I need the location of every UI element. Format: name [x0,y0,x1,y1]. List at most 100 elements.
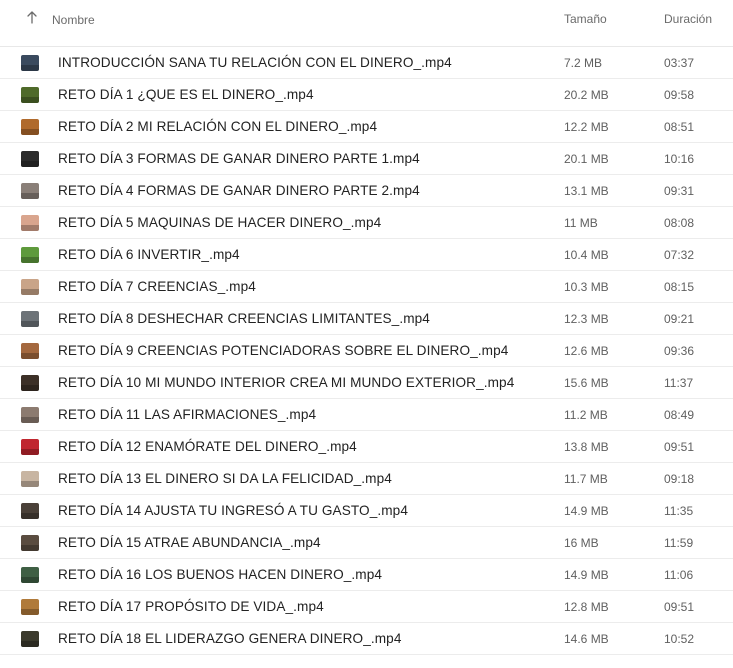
file-row[interactable]: RETO DÍA 11 LAS AFIRMACIONES_.mp4 11.2 MB… [0,399,733,431]
file-duration: 10:52 [664,632,695,646]
file-size: 12.2 MB [564,120,609,134]
file-name[interactable]: RETO DÍA 8 DESHECHAR CREENCIAS LIMITANTE… [58,311,430,326]
file-duration: 09:58 [664,88,695,102]
file-row[interactable]: RETO DÍA 18 EL LIDERAZGO GENERA DINERO_.… [0,623,733,655]
file-row[interactable]: INTRODUCCIÓN SANA TU RELACIÓN CON EL DIN… [0,47,733,79]
video-thumbnail-icon [21,375,39,391]
file-duration: 09:31 [664,184,695,198]
file-duration: 07:32 [664,248,695,262]
file-rows: INTRODUCCIÓN SANA TU RELACIÓN CON EL DIN… [0,47,733,655]
file-duration: 03:37 [664,56,695,70]
file-name[interactable]: RETO DÍA 9 CREENCIAS POTENCIADORAS SOBRE… [58,343,508,358]
file-row[interactable]: RETO DÍA 10 MI MUNDO INTERIOR CREA MI MU… [0,367,733,399]
video-thumbnail-icon [21,87,39,103]
file-row[interactable]: RETO DÍA 12 ENAMÓRATE DEL DINERO_.mp4 13.… [0,431,733,463]
file-name[interactable]: RETO DÍA 1 ¿QUE ES EL DINERO_.mp4 [58,87,314,102]
file-duration: 09:51 [664,600,695,614]
file-name[interactable]: RETO DÍA 11 LAS AFIRMACIONES_.mp4 [58,407,316,422]
file-size: 10.4 MB [564,248,609,262]
arrow-up-icon[interactable] [26,10,38,26]
file-list: Nombre Tamaño Duración INTRODUCCIÓN SANA… [0,0,733,655]
file-row[interactable]: RETO DÍA 16 LOS BUENOS HACEN DINERO_.mp4… [0,559,733,591]
file-duration: 08:08 [664,216,695,230]
file-duration: 09:21 [664,312,695,326]
file-size: 20.1 MB [564,152,609,166]
column-header-duration[interactable]: Duración [664,12,712,26]
file-row[interactable]: RETO DÍA 5 MAQUINAS DE HACER DINERO_.mp4… [0,207,733,239]
file-row[interactable]: RETO DÍA 2 MI RELACIÓN CON EL DINERO_.mp… [0,111,733,143]
file-name[interactable]: RETO DÍA 16 LOS BUENOS HACEN DINERO_.mp4 [58,567,382,582]
file-size: 11 MB [564,216,598,230]
file-name[interactable]: RETO DÍA 13 EL DINERO SI DA LA FELICIDAD… [58,471,392,486]
file-size: 7.2 MB [564,56,603,70]
file-size: 14.9 MB [564,504,609,518]
file-row[interactable]: RETO DÍA 8 DESHECHAR CREENCIAS LIMITANTE… [0,303,733,335]
file-duration: 08:51 [664,120,695,134]
video-thumbnail-icon [21,55,39,71]
file-name[interactable]: RETO DÍA 2 MI RELACIÓN CON EL DINERO_.mp… [58,119,377,134]
file-name[interactable]: RETO DÍA 7 CREENCIAS_.mp4 [58,279,256,294]
file-name[interactable]: RETO DÍA 5 MAQUINAS DE HACER DINERO_.mp4 [58,215,381,230]
file-row[interactable]: RETO DÍA 17 PROPÓSITO DE VIDA_.mp4 12.8 M… [0,591,733,623]
file-name[interactable]: RETO DÍA 14 AJUSTA TU INGRESÓ A TU GASTO… [58,503,408,518]
video-thumbnail-icon [21,151,39,167]
file-name[interactable]: RETO DÍA 3 FORMAS DE GANAR DINERO PARTE … [58,151,420,166]
file-size: 16 MB [564,536,599,550]
file-duration: 10:16 [664,152,695,166]
file-duration: 09:18 [664,472,695,486]
file-row[interactable]: RETO DÍA 1 ¿QUE ES EL DINERO_.mp4 20.2 MB… [0,79,733,111]
file-name[interactable]: RETO DÍA 17 PROPÓSITO DE VIDA_.mp4 [58,599,324,614]
video-thumbnail-icon [21,567,39,583]
column-header-size[interactable]: Tamaño [564,12,607,26]
file-size: 12.6 MB [564,344,609,358]
file-size: 11.2 MB [564,408,608,422]
file-size: 13.8 MB [564,440,609,454]
file-size: 11.7 MB [564,472,608,486]
video-thumbnail-icon [21,343,39,359]
file-size: 10.3 MB [564,280,609,294]
file-duration: 09:36 [664,344,695,358]
file-duration: 11:37 [664,376,694,390]
file-size: 13.1 MB [564,184,609,198]
file-name[interactable]: RETO DÍA 6 INVERTIR_.mp4 [58,247,240,262]
file-duration: 11:59 [664,536,694,550]
video-thumbnail-icon [21,535,39,551]
file-name[interactable]: RETO DÍA 18 EL LIDERAZGO GENERA DINERO_.… [58,631,402,646]
video-thumbnail-icon [21,407,39,423]
file-row[interactable]: RETO DÍA 3 FORMAS DE GANAR DINERO PARTE … [0,143,733,175]
video-thumbnail-icon [21,311,39,327]
video-thumbnail-icon [21,631,39,647]
file-name[interactable]: RETO DÍA 15 ATRAE ABUNDANCIA_.mp4 [58,535,321,550]
file-size: 14.6 MB [564,632,609,646]
file-row[interactable]: RETO DÍA 9 CREENCIAS POTENCIADORAS SOBRE… [0,335,733,367]
video-thumbnail-icon [21,439,39,455]
file-size: 20.2 MB [564,88,609,102]
column-header-name[interactable]: Nombre [52,13,95,27]
file-size: 14.9 MB [564,568,609,582]
file-size: 15.6 MB [564,376,609,390]
file-duration: 11:06 [664,568,694,582]
file-row[interactable]: RETO DÍA 7 CREENCIAS_.mp4 10.3 MB 08:15 [0,271,733,303]
file-row[interactable]: RETO DÍA 4 FORMAS DE GANAR DINERO PARTE … [0,175,733,207]
file-name[interactable]: RETO DÍA 12 ENAMÓRATE DEL DINERO_.mp4 [58,439,357,454]
file-row[interactable]: RETO DÍA 15 ATRAE ABUNDANCIA_.mp4 16 MB 11… [0,527,733,559]
video-thumbnail-icon [21,279,39,295]
file-duration: 09:51 [664,440,695,454]
file-name[interactable]: RETO DÍA 10 MI MUNDO INTERIOR CREA MI MU… [58,375,514,390]
file-row[interactable]: RETO DÍA 6 INVERTIR_.mp4 10.4 MB 07:32 [0,239,733,271]
file-name[interactable]: INTRODUCCIÓN SANA TU RELACIÓN CON EL DIN… [58,55,452,70]
file-row[interactable]: RETO DÍA 14 AJUSTA TU INGRESÓ A TU GASTO… [0,495,733,527]
video-thumbnail-icon [21,215,39,231]
video-thumbnail-icon [21,503,39,519]
video-thumbnail-icon [21,471,39,487]
file-duration: 08:49 [664,408,695,422]
file-size: 12.8 MB [564,600,609,614]
file-row[interactable]: RETO DÍA 13 EL DINERO SI DA LA FELICIDAD… [0,463,733,495]
video-thumbnail-icon [21,183,39,199]
file-duration: 11:35 [664,504,694,518]
list-header: Nombre Tamaño Duración [0,0,733,47]
video-thumbnail-icon [21,119,39,135]
file-name[interactable]: RETO DÍA 4 FORMAS DE GANAR DINERO PARTE … [58,183,420,198]
file-size: 12.3 MB [564,312,609,326]
file-duration: 08:15 [664,280,695,294]
